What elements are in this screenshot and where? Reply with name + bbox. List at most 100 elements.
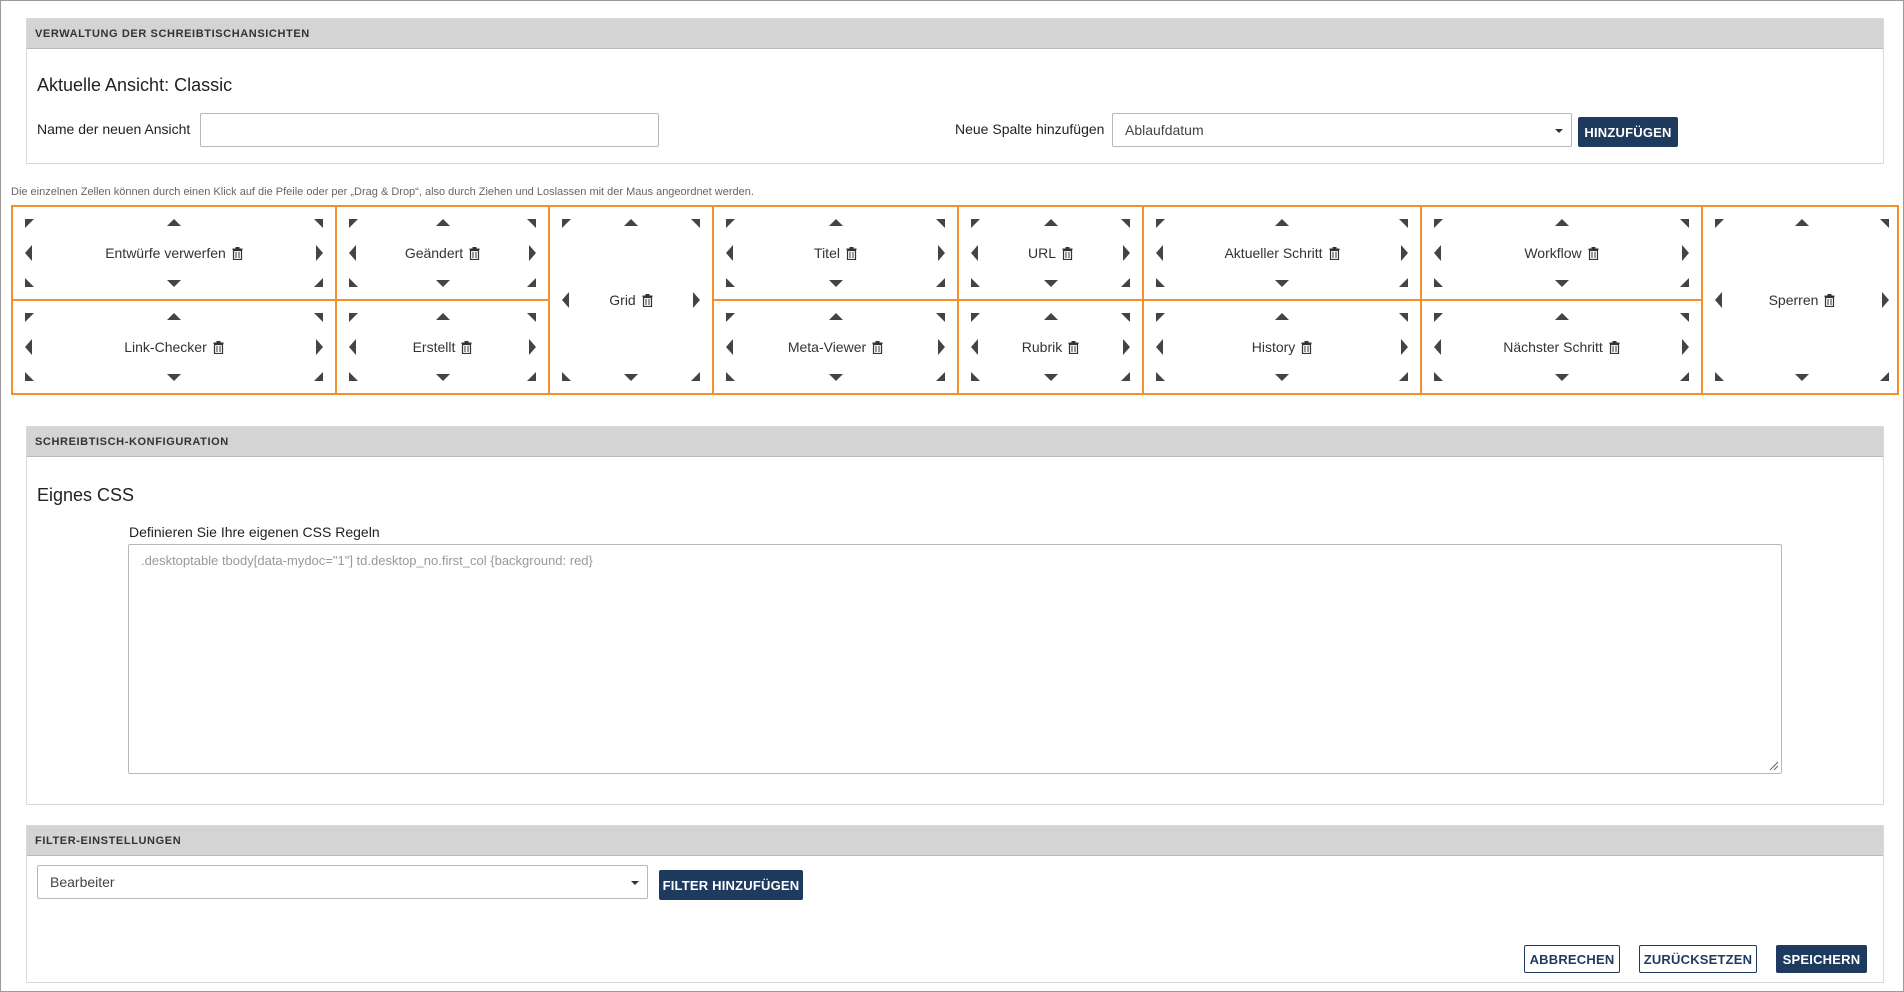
arrow-down-icon[interactable] — [828, 374, 843, 381]
corner-bottom-left-icon[interactable] — [562, 372, 571, 381]
trash-icon[interactable] — [872, 340, 883, 354]
corner-bottom-left-icon[interactable] — [726, 372, 735, 381]
trash-icon[interactable] — [1301, 340, 1312, 354]
corner-bottom-right-icon[interactable] — [527, 278, 536, 287]
arrow-up-icon[interactable] — [167, 219, 181, 226]
arrow-down-icon[interactable] — [1554, 280, 1569, 287]
corner-top-left-icon[interactable] — [562, 219, 571, 228]
grid-cell[interactable]: Sperren — [1703, 207, 1901, 393]
arrow-down-icon[interactable] — [1043, 374, 1058, 381]
trash-icon[interactable] — [1329, 246, 1340, 260]
trash-icon[interactable] — [1068, 340, 1079, 354]
corner-top-right-icon[interactable] — [1680, 219, 1689, 228]
save-button[interactable]: SPEICHERN — [1776, 945, 1867, 973]
grid-cell[interactable]: URL — [959, 207, 1142, 301]
arrow-up-icon[interactable] — [828, 219, 843, 226]
corner-bottom-right-icon[interactable] — [1121, 372, 1130, 381]
arrow-up-icon[interactable] — [1275, 313, 1289, 320]
reset-button[interactable]: ZURÜCKSETZEN — [1639, 945, 1757, 973]
corner-bottom-right-icon[interactable] — [1399, 278, 1408, 287]
corner-top-right-icon[interactable] — [1880, 219, 1889, 228]
corner-top-right-icon[interactable] — [527, 313, 536, 322]
corner-top-left-icon[interactable] — [1434, 219, 1443, 228]
corner-bottom-left-icon[interactable] — [971, 278, 980, 287]
corner-bottom-right-icon[interactable] — [1399, 372, 1408, 381]
corner-top-left-icon[interactable] — [1715, 219, 1724, 228]
grid-cell[interactable]: History — [1144, 301, 1420, 393]
arrow-up-icon[interactable] — [167, 313, 181, 320]
corner-bottom-right-icon[interactable] — [314, 372, 323, 381]
corner-top-left-icon[interactable] — [25, 313, 34, 322]
arrow-down-icon[interactable] — [167, 374, 181, 381]
corner-top-right-icon[interactable] — [1121, 219, 1130, 228]
grid-cell[interactable]: Titel — [714, 207, 957, 301]
corner-bottom-left-icon[interactable] — [726, 278, 735, 287]
corner-top-left-icon[interactable] — [349, 219, 358, 228]
arrow-up-icon[interactable] — [1554, 219, 1569, 226]
corner-bottom-right-icon[interactable] — [1121, 278, 1130, 287]
grid-cell[interactable]: Workflow — [1422, 207, 1701, 301]
trash-icon[interactable] — [1588, 246, 1599, 260]
arrow-down-icon[interactable] — [1795, 374, 1809, 381]
trash-icon[interactable] — [232, 246, 243, 260]
trash-icon[interactable] — [1062, 246, 1073, 260]
corner-bottom-left-icon[interactable] — [971, 372, 980, 381]
corner-bottom-left-icon[interactable] — [25, 372, 34, 381]
corner-bottom-left-icon[interactable] — [349, 278, 358, 287]
corner-top-left-icon[interactable] — [1156, 313, 1165, 322]
arrow-up-icon[interactable] — [1554, 313, 1569, 320]
corner-top-left-icon[interactable] — [1156, 219, 1165, 228]
filter-select[interactable]: Bearbeiter — [37, 865, 648, 899]
grid-cell[interactable]: Aktueller Schritt — [1144, 207, 1420, 301]
arrow-down-icon[interactable] — [1554, 374, 1569, 381]
corner-top-right-icon[interactable] — [1399, 313, 1408, 322]
corner-bottom-right-icon[interactable] — [936, 278, 945, 287]
arrow-up-icon[interactable] — [1043, 219, 1058, 226]
corner-top-left-icon[interactable] — [25, 219, 34, 228]
arrow-up-icon[interactable] — [624, 219, 638, 226]
corner-top-right-icon[interactable] — [936, 219, 945, 228]
arrow-up-icon[interactable] — [1275, 219, 1289, 226]
trash-icon[interactable] — [1609, 340, 1620, 354]
corner-top-right-icon[interactable] — [1121, 313, 1130, 322]
grid-cell[interactable]: Geändert — [337, 207, 548, 301]
add-filter-button[interactable]: FILTER HINZUFÜGEN — [659, 870, 803, 900]
arrow-up-icon[interactable] — [828, 313, 843, 320]
resize-grip-icon[interactable] — [1769, 761, 1779, 771]
corner-top-right-icon[interactable] — [691, 219, 700, 228]
arrow-down-icon[interactable] — [624, 374, 638, 381]
corner-bottom-left-icon[interactable] — [1715, 372, 1724, 381]
cancel-button[interactable]: ABBRECHEN — [1524, 945, 1620, 973]
corner-bottom-right-icon[interactable] — [314, 278, 323, 287]
corner-bottom-right-icon[interactable] — [1880, 372, 1889, 381]
arrow-up-icon[interactable] — [1795, 219, 1809, 226]
corner-bottom-left-icon[interactable] — [1434, 278, 1443, 287]
add-column-select[interactable]: Ablaufdatum — [1112, 113, 1572, 147]
corner-bottom-left-icon[interactable] — [1434, 372, 1443, 381]
corner-bottom-right-icon[interactable] — [1680, 278, 1689, 287]
arrow-down-icon[interactable] — [1275, 280, 1289, 287]
arrow-up-icon[interactable] — [435, 313, 450, 320]
corner-bottom-right-icon[interactable] — [936, 372, 945, 381]
corner-top-left-icon[interactable] — [1434, 313, 1443, 322]
arrow-up-icon[interactable] — [1043, 313, 1058, 320]
new-view-name-input[interactable] — [200, 113, 659, 147]
corner-bottom-left-icon[interactable] — [25, 278, 34, 287]
corner-top-right-icon[interactable] — [527, 219, 536, 228]
trash-icon[interactable] — [1824, 293, 1835, 307]
trash-icon[interactable] — [461, 340, 472, 354]
corner-top-left-icon[interactable] — [349, 313, 358, 322]
corner-bottom-right-icon[interactable] — [691, 372, 700, 381]
grid-cell[interactable]: Meta-Viewer — [714, 301, 957, 393]
arrow-down-icon[interactable] — [167, 280, 181, 287]
corner-top-right-icon[interactable] — [1680, 313, 1689, 322]
grid-cell[interactable]: Link-Checker — [13, 301, 335, 393]
corner-top-right-icon[interactable] — [314, 313, 323, 322]
corner-bottom-left-icon[interactable] — [1156, 278, 1165, 287]
grid-cell[interactable]: Entwürfe verwerfen — [13, 207, 335, 301]
corner-top-right-icon[interactable] — [314, 219, 323, 228]
corner-bottom-right-icon[interactable] — [1680, 372, 1689, 381]
corner-bottom-right-icon[interactable] — [527, 372, 536, 381]
trash-icon[interactable] — [469, 246, 480, 260]
corner-top-left-icon[interactable] — [726, 219, 735, 228]
